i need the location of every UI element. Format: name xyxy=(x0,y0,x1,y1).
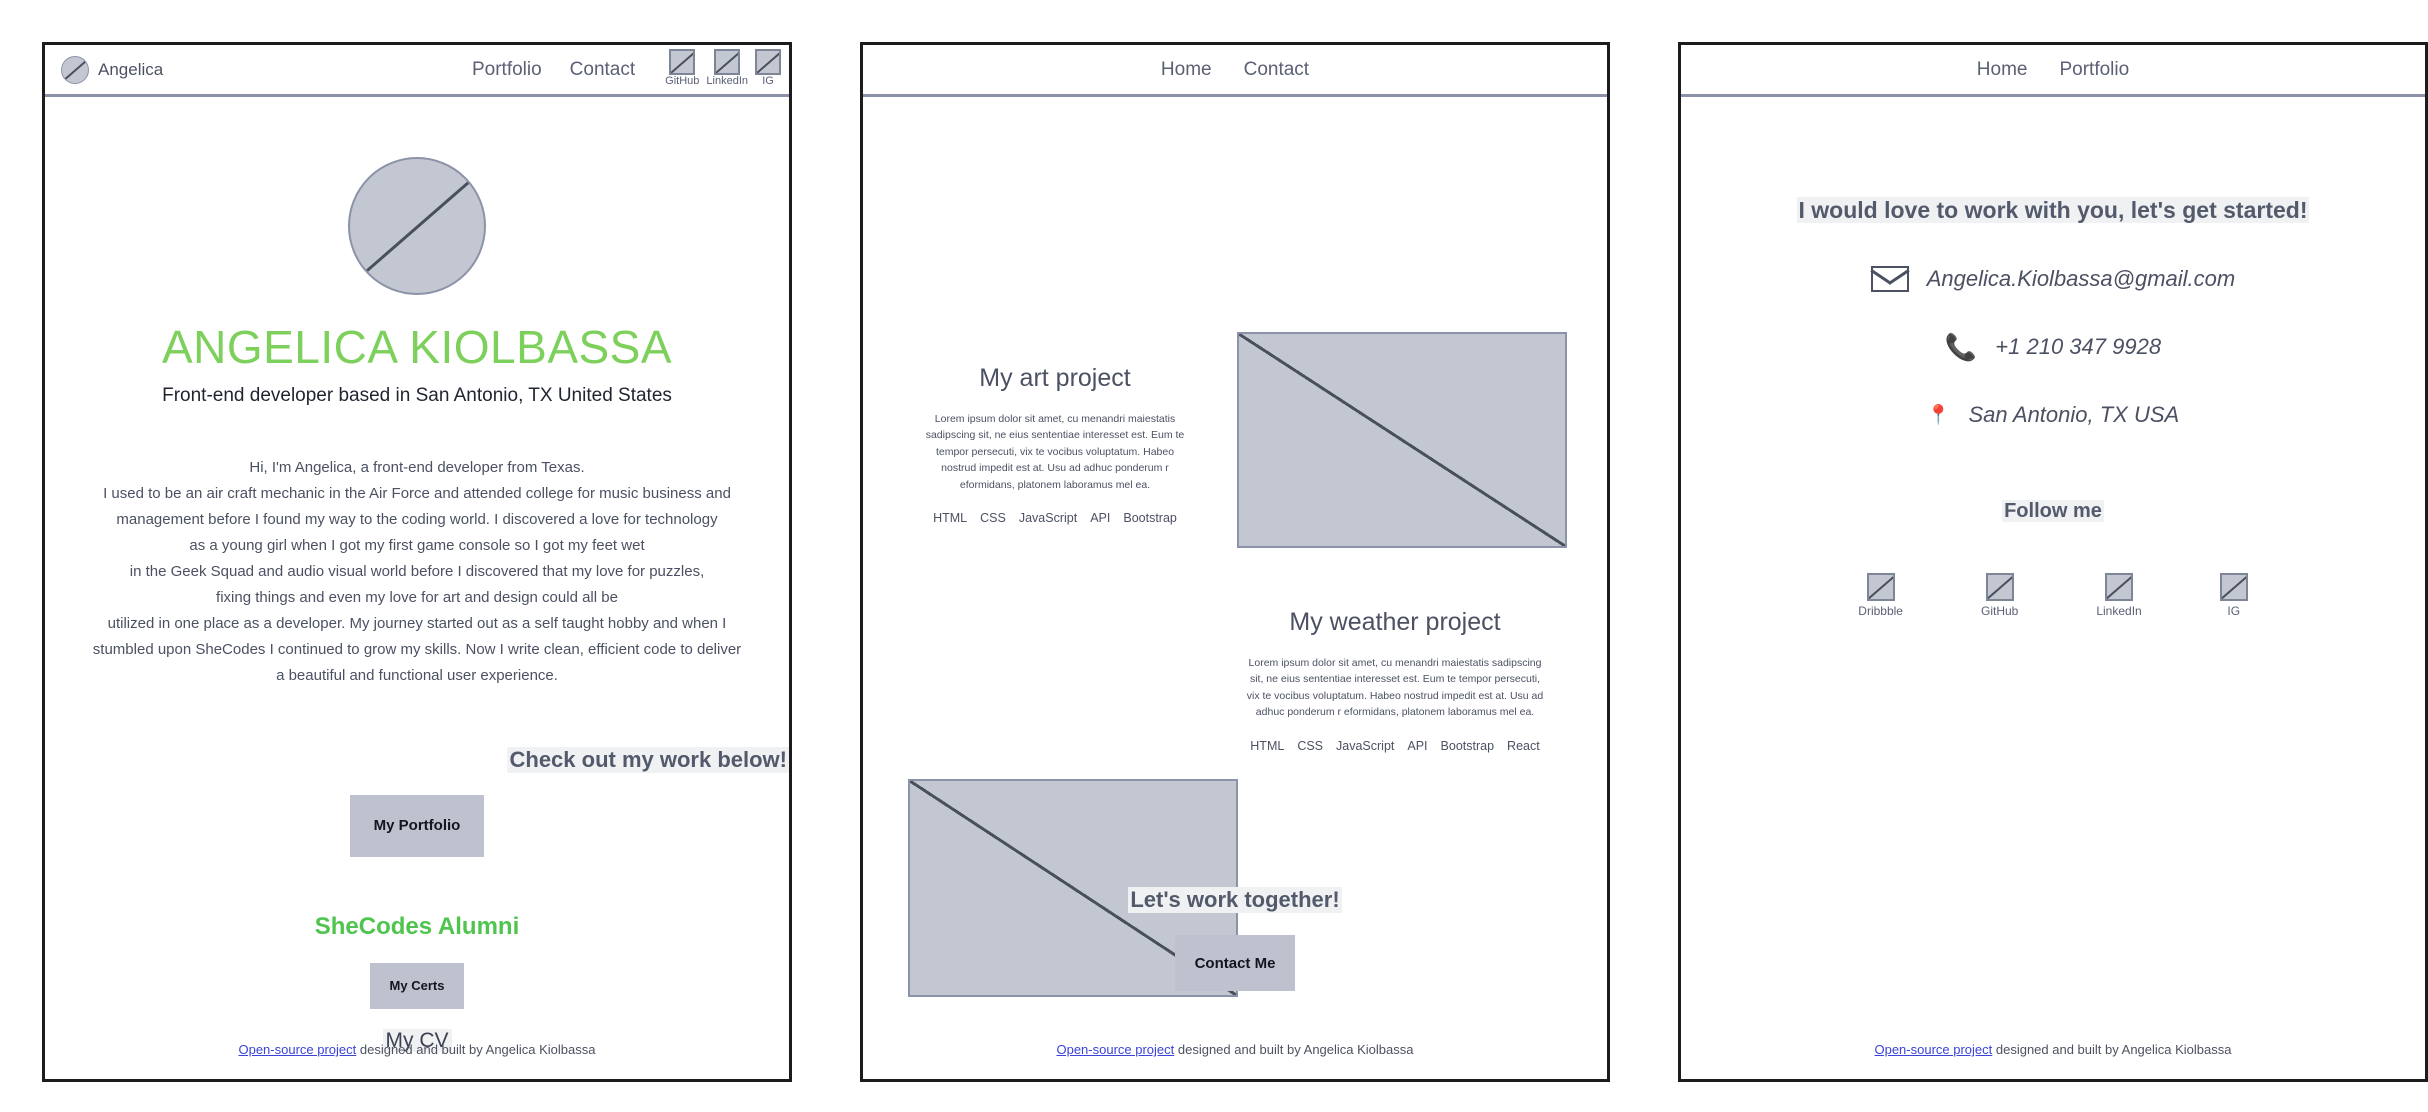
broken-image-circle-icon xyxy=(348,157,486,295)
project-tag: HTML xyxy=(933,511,968,526)
nav-link-portfolio[interactable]: Portfolio xyxy=(472,59,542,81)
broken-image-icon xyxy=(2219,573,2248,601)
social-link-ig[interactable]: IG xyxy=(755,49,781,88)
my-certs-button[interactable]: My Certs xyxy=(370,962,464,1009)
project-weather-text: My weather project Lorem ipsum dolor sit… xyxy=(1245,608,1545,753)
contact-email-row[interactable]: Angelica.Kiolbassa@gmail.com xyxy=(1681,266,2425,292)
project-tag: API xyxy=(1090,511,1111,526)
broken-image-icon xyxy=(1866,573,1895,601)
home-nav-links: Portfolio Contact xyxy=(472,59,635,81)
alumni-heading: SheCodes Alumni xyxy=(314,912,520,940)
social-link-linkedin[interactable]: LinkedIn xyxy=(2096,573,2142,618)
project-tag: JavaScript xyxy=(1336,738,1395,753)
social-link-github[interactable]: GitHub xyxy=(665,49,699,88)
follow-me-heading: Follow me xyxy=(1681,500,2425,523)
social-link-github[interactable]: GitHub xyxy=(1981,573,2018,618)
work-together-section: Let's work together! Contact Me xyxy=(863,887,1607,991)
social-label: LinkedIn xyxy=(706,75,748,88)
work-together-heading: Let's work together! xyxy=(1128,887,1342,913)
contact-navbar: Home Portfolio xyxy=(1681,45,2425,97)
contact-phone-value: +1 210 347 9928 xyxy=(1995,334,2162,359)
screenshot-stage: Angelica Portfolio Contact GitHub Linked… xyxy=(0,0,2428,1112)
project-tag: React xyxy=(1507,738,1540,753)
project-description: Lorem ipsum dolor sit amet, cu menandri … xyxy=(925,412,1185,491)
contact-location-value: San Antonio, TX USA xyxy=(1968,402,2180,427)
project-tag: CSS xyxy=(1297,738,1324,753)
project-description: Lorem ipsum dolor sit amet, cu menandri … xyxy=(1246,656,1544,719)
nav-link-contact[interactable]: Contact xyxy=(1244,59,1309,81)
nav-link-portfolio[interactable]: Portfolio xyxy=(2059,59,2129,81)
open-source-project-link[interactable]: Open-source project xyxy=(1874,1042,1992,1057)
navbar-social-links: GitHub LinkedIn IG xyxy=(665,49,781,88)
portfolio-navbar: Home Contact xyxy=(863,45,1607,97)
broken-image-circle-icon xyxy=(61,55,89,84)
project-title: My art project xyxy=(979,364,1131,392)
contact-email-value: Angelica.Kiolbassa@gmail.com xyxy=(1926,266,2236,291)
social-link-linkedin[interactable]: LinkedIn xyxy=(706,49,748,88)
portfolio-nav-links: Home Contact xyxy=(1161,59,1309,81)
page-title: ANGELICA KIOLBASSA xyxy=(161,321,673,373)
contact-nav-links: Home Portfolio xyxy=(1977,59,2129,81)
brand[interactable]: Angelica xyxy=(53,55,164,84)
brand-name: Angelica xyxy=(98,59,164,79)
open-source-project-link[interactable]: Open-source project xyxy=(1056,1042,1174,1057)
work-cta-heading: Check out my work below! xyxy=(507,746,789,773)
envelope-icon xyxy=(1870,266,1909,292)
broken-image-icon xyxy=(1985,573,2014,601)
phone-icon: 📞 xyxy=(1944,332,1978,362)
nav-link-contact[interactable]: Contact xyxy=(570,59,635,81)
footer-credit: designed and built by Angelica Kiolbassa xyxy=(356,1042,596,1057)
project-tags: HTML CSS JavaScript API Bootstrap React xyxy=(1245,739,1545,753)
social-label: LinkedIn xyxy=(2096,604,2142,618)
broken-image-icon xyxy=(2105,573,2134,601)
home-page-body: ANGELICA KIOLBASSA Front-end developer b… xyxy=(45,97,789,1079)
page-title: I would love to work with you, let's get… xyxy=(1681,197,2425,224)
nav-link-home[interactable]: Home xyxy=(1977,59,2028,81)
project-art-text: My art project Lorem ipsum dolor sit ame… xyxy=(921,364,1189,525)
footer-credit: designed and built by Angelica Kiolbassa xyxy=(1174,1042,1414,1057)
social-label: GitHub xyxy=(665,75,700,88)
contact-heading-text: I would love to work with you, let's get… xyxy=(1796,197,2310,223)
project-tag: Bootstrap xyxy=(1440,738,1495,753)
broken-image-icon xyxy=(755,49,781,76)
project-title: My weather project xyxy=(1289,608,1501,636)
footer: Open-source project designed and built b… xyxy=(45,1042,789,1057)
footer: Open-source project designed and built b… xyxy=(863,1042,1607,1057)
broken-image-icon xyxy=(714,49,741,76)
follow-social-links: Dribbble GitHub LinkedIn IG xyxy=(1681,573,2425,618)
home-navbar: Angelica Portfolio Contact GitHub Linked… xyxy=(45,45,789,97)
social-label: IG xyxy=(2227,604,2241,618)
follow-me-label: Follow me xyxy=(2002,500,2104,522)
home-page-panel: Angelica Portfolio Contact GitHub Linked… xyxy=(42,42,792,1082)
contact-details: Angelica.Kiolbassa@gmail.com 📞 +1 210 34… xyxy=(1681,266,2425,428)
project-tag: HTML xyxy=(1250,738,1285,753)
social-label: IG xyxy=(762,75,774,88)
contact-page-panel: Home Portfolio I would love to work with… xyxy=(1678,42,2428,1082)
contact-me-button[interactable]: Contact Me xyxy=(1175,935,1295,991)
footer: Open-source project designed and built b… xyxy=(1681,1042,2425,1057)
portfolio-page-panel: Home Contact My art project Lorem ipsum … xyxy=(860,42,1610,1082)
hero-tagline: Front-end developer based in San Antonio… xyxy=(162,385,672,407)
bio-paragraph: Hi, I'm Angelica, a front-end developer … xyxy=(92,459,742,684)
nav-link-home[interactable]: Home xyxy=(1161,59,1212,81)
contact-location-row: 📍 San Antonio, TX USA xyxy=(1681,402,2425,428)
broken-image-icon xyxy=(669,49,696,76)
contact-phone-row[interactable]: 📞 +1 210 347 9928 xyxy=(1681,334,2425,360)
project-tags: HTML CSS JavaScript API Bootstrap xyxy=(921,511,1189,525)
project-tag: API xyxy=(1407,738,1428,753)
project-art-image[interactable] xyxy=(1237,332,1567,548)
portfolio-page-body: My art project Lorem ipsum dolor sit ame… xyxy=(863,97,1607,1079)
social-label: Dribbble xyxy=(1858,604,1903,618)
social-link-ig[interactable]: IG xyxy=(2219,573,2248,618)
map-pin-icon: 📍 xyxy=(1926,404,1951,426)
open-source-project-link[interactable]: Open-source project xyxy=(238,1042,356,1057)
my-portfolio-button[interactable]: My Portfolio xyxy=(350,794,484,857)
project-tag: Bootstrap xyxy=(1123,511,1177,526)
footer-credit: designed and built by Angelica Kiolbassa xyxy=(1992,1042,2232,1057)
project-tag: CSS xyxy=(980,511,1006,526)
social-link-dribbble[interactable]: Dribbble xyxy=(1858,573,1903,618)
social-label: GitHub xyxy=(1980,604,2019,618)
contact-page-body: I would love to work with you, let's get… xyxy=(1681,97,2425,1079)
project-tag: JavaScript xyxy=(1018,511,1078,526)
